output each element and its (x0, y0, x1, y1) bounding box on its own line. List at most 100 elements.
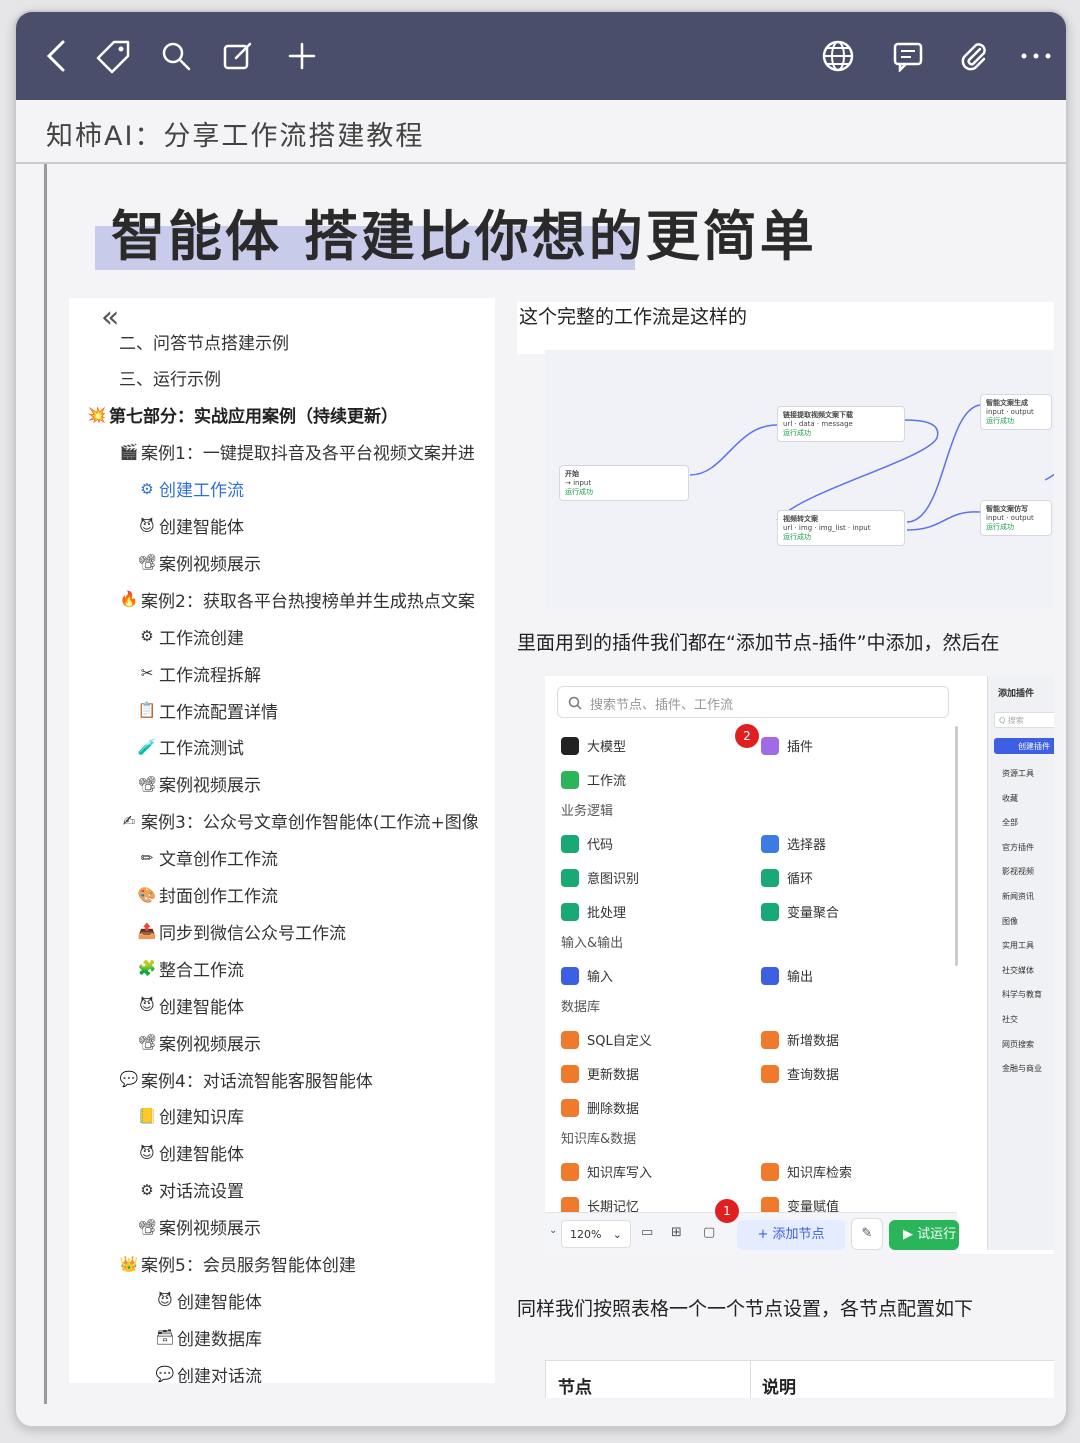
plugin-item[interactable]: 大模型 (561, 736, 626, 755)
toc-item-icon: ⚙ (140, 1180, 154, 1199)
step-badge-2: 2 (735, 724, 759, 748)
plugin-group-label: 知识库&数据 (561, 1132, 637, 1147)
toc-item[interactable]: ⚙ 创建工作流 (137, 474, 244, 504)
add-node-button[interactable]: + 添加节点 (737, 1220, 845, 1250)
workflow-node[interactable]: 智能文案仿写 input · output 运行成功 (980, 500, 1052, 536)
back-icon[interactable] (36, 36, 76, 76)
side-item[interactable]: 资源工具 (1002, 768, 1034, 779)
toc-item[interactable]: 📽 案例视频展示 (137, 769, 261, 799)
side-item[interactable]: 官方插件 (1002, 842, 1034, 853)
minimap-icon[interactable]: ▢ (703, 1225, 715, 1240)
toc-item[interactable]: ✍ 案例3：公众号文章创作智能体(工作流+图像 (119, 806, 479, 836)
chevron-down-icon[interactable]: ⌄ (549, 1225, 557, 1236)
create-plugin-button[interactable]: 创建插件 (994, 738, 1054, 754)
toc-item[interactable]: 👑 案例5：会员服务智能体创建 (119, 1249, 356, 1279)
workflow-node[interactable]: 链接提取视频文案下载 url · data · message 运行成功 (777, 406, 905, 442)
toc-item[interactable]: ⚙ 对话流设置 (137, 1175, 244, 1205)
side-item[interactable]: 全部 (1002, 817, 1018, 828)
plugin-item[interactable]: 查询数据 (761, 1064, 839, 1083)
scrollbar[interactable] (955, 726, 958, 966)
tag-icon[interactable] (94, 36, 134, 76)
workflow-node-title: 智能文案仿写 (986, 505, 1028, 513)
plugin-item[interactable]: 插件 (761, 736, 813, 755)
plugin-item[interactable]: 知识库检索 (761, 1162, 852, 1181)
side-item[interactable]: 科学与教育 (1002, 989, 1042, 1000)
side-item[interactable]: 新闻资讯 (1002, 891, 1034, 902)
more-icon[interactable] (1016, 36, 1056, 76)
side-item[interactable]: 图像 (1002, 916, 1018, 927)
search-icon[interactable] (156, 36, 196, 76)
comment-tool-icon[interactable]: ▭ (641, 1225, 653, 1240)
side-search[interactable]: Q 搜索 (994, 712, 1054, 728)
add-icon[interactable] (282, 36, 322, 76)
side-item[interactable]: 网页搜索 (1002, 1039, 1034, 1050)
toc-item[interactable]: 🧩 整合工作流 (137, 953, 244, 983)
attachment-icon[interactable] (954, 36, 994, 76)
toc-item[interactable]: 😈 创建智能体 (137, 1138, 244, 1168)
toc-item[interactable]: 💥 第七部分：实战应用案例（持续更新） (87, 400, 398, 430)
workflow-node[interactable]: 智能文案生成 input · output 运行成功 (980, 394, 1052, 430)
toc-item[interactable]: 🧪 工作流测试 (137, 732, 244, 762)
toc-item[interactable]: ⚙ 工作流创建 (137, 621, 244, 651)
toc-item[interactable]: 🗃 创建数据库 (155, 1322, 262, 1352)
workflow-node-status: 运行成功 (783, 533, 811, 541)
side-item[interactable]: 社交媒体 (1002, 965, 1034, 976)
toc-item[interactable]: 三、运行示例 (119, 363, 221, 393)
toc-item[interactable]: 😈 创建智能体 (137, 511, 244, 541)
plugin-item[interactable]: 选择器 (761, 834, 826, 853)
toc-item[interactable]: 📒 创建知识库 (137, 1101, 244, 1131)
toc-item-icon: ✂ (140, 664, 154, 683)
plugin-item[interactable]: 更新数据 (561, 1064, 639, 1083)
globe-icon[interactable] (818, 36, 858, 76)
toc-item[interactable]: 💬 创建对话流 (155, 1359, 262, 1383)
toc-item[interactable]: 📽 案例视频展示 (137, 1212, 261, 1242)
plugin-item[interactable]: 输出 (761, 966, 813, 985)
toc-item[interactable]: 📽 案例视频展示 (137, 547, 261, 577)
zoom-select[interactable]: 120% ⌄ (561, 1220, 631, 1248)
workflow-node[interactable]: 视频转文案 url · img · img_list · input 运行成功 (777, 510, 905, 546)
side-item[interactable]: 影视视频 (1002, 866, 1034, 877)
grid-icon[interactable]: ⊞ (671, 1225, 682, 1240)
toc-item[interactable]: 🎬 案例1：一键提取抖音及各平台视频文案并进 (119, 437, 475, 467)
debug-icon[interactable]: ✎ (851, 1218, 883, 1250)
side-item[interactable]: 收藏 (1002, 793, 1018, 804)
collapse-icon[interactable]: « (101, 300, 119, 335)
plugin-item[interactable]: 知识库写入 (561, 1162, 652, 1181)
workflow-node-title: 开始 (565, 470, 579, 478)
comment-icon[interactable] (888, 36, 928, 76)
side-item[interactable]: 实用工具 (1002, 940, 1034, 951)
paragraph-1: 这个完整的工作流是这样的 (517, 302, 1054, 354)
edit-icon[interactable] (218, 36, 258, 76)
plugin-item[interactable]: 变量聚合 (761, 902, 839, 921)
workflow-node[interactable]: 开始 → input 运行成功 (559, 465, 689, 501)
plugin-item[interactable]: 删除数据 (561, 1098, 639, 1117)
plugin-item[interactable]: 循环 (761, 868, 813, 887)
toc-item[interactable]: 😈 创建智能体 (155, 1285, 262, 1315)
toc-item[interactable]: ✂ 工作流程拆解 (137, 658, 261, 688)
toc-item[interactable]: 📋 工作流配置详情 (137, 695, 278, 725)
toc-item[interactable]: 💬 案例4：对话流智能客服智能体 (119, 1064, 373, 1094)
toc-item[interactable]: 📽 案例视频展示 (137, 1027, 261, 1057)
plugin-item[interactable]: 意图识别 (561, 868, 639, 887)
plugin-item[interactable]: 批处理 (561, 902, 626, 921)
try-run-button[interactable]: ▶ 试运行 (889, 1220, 959, 1250)
plugin-item[interactable]: SQL自定义 (561, 1030, 652, 1049)
plugin-item[interactable]: 新增数据 (761, 1030, 839, 1049)
plugin-item[interactable]: 代码 (561, 834, 613, 853)
plugin-item[interactable]: 输入 (561, 966, 613, 985)
plugin-item[interactable]: 工作流 (561, 770, 626, 789)
toc-item[interactable]: 🔥 案例2：获取各平台热搜榜单并生成热点文案 (119, 584, 475, 614)
toc-item[interactable]: ✏ 文章创作工作流 (137, 843, 278, 873)
workflow-node-rows: url · data · message (783, 420, 853, 428)
plugin-item-icon (761, 966, 779, 985)
add-node-panel: 搜索节点、插件、工作流 大模型 插件工作流代码 选择器意图识别 循环批处理 变量聚合输入… (545, 676, 1054, 1254)
side-item[interactable]: 金融与商业 (1002, 1063, 1042, 1074)
toc-item[interactable]: 二、问答节点搭建示例 (119, 326, 289, 356)
plugin-item-label: 知识库检索 (787, 1166, 853, 1181)
node-search-input[interactable]: 搜索节点、插件、工作流 (557, 686, 949, 718)
side-item[interactable]: 社交 (1002, 1014, 1018, 1025)
toc-item[interactable]: 📤 同步到微信公众号工作流 (137, 916, 346, 946)
note-title[interactable]: 知柿AI：分享工作流搭建教程 (46, 114, 424, 153)
toc-item[interactable]: 😈 创建智能体 (137, 990, 244, 1020)
toc-item[interactable]: 🎨 封面创作工作流 (137, 880, 278, 910)
